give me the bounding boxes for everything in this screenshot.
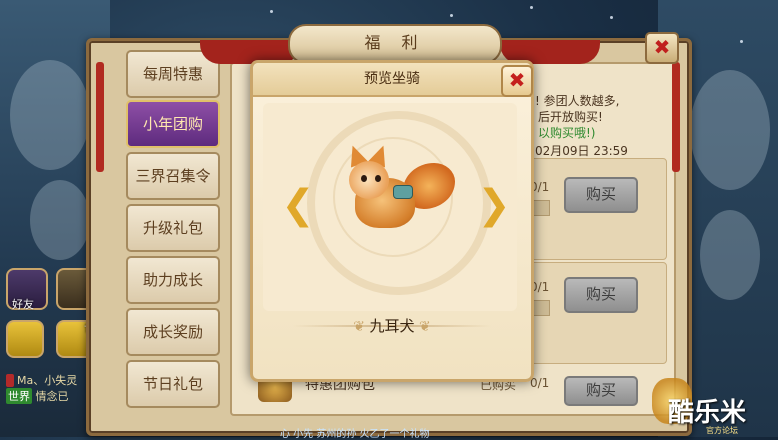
tab-growth-reward[interactable]: 成长奖励 [126, 308, 220, 356]
snowy-tree [10, 60, 90, 170]
mount-preview-dialog: 预览坐骑 ✖ ❮ ❯ ❦ 九耳犬 ❦ [250, 60, 534, 382]
dialog-title: 预览坐骑 [253, 63, 531, 97]
mount-saddle [393, 185, 413, 199]
chat-channel-tag: 世界 [6, 388, 32, 404]
tab-holiday-gift[interactable]: 节日礼包 [126, 360, 220, 408]
snowflake [450, 14, 453, 17]
buy-button[interactable]: 购买 [564, 177, 638, 213]
deadline-text: 02月09日 23:59 [535, 144, 628, 158]
ornament-left-icon: ❦ [353, 319, 370, 335]
dialog-close-button[interactable]: ✖ [501, 65, 533, 97]
info-line-3: 以购买哦!) [538, 126, 596, 140]
mount-eye [361, 175, 367, 182]
snowflake [530, 6, 533, 9]
tab-level-up-gift[interactable]: 升级礼包 [126, 204, 220, 252]
tab-little-new-year-group-buy[interactable]: 小年团购 [126, 100, 220, 148]
chat-line: 世界 情念已 [6, 388, 77, 404]
snowy-tree [700, 210, 760, 300]
buy-button[interactable]: 购买 [564, 376, 638, 406]
tassel-left [96, 62, 104, 172]
chat-line: Ma、小失灵 [6, 372, 77, 388]
right-curl-arrow-icon[interactable]: ❯ [477, 183, 511, 227]
chat-text: 情念已 [35, 390, 69, 403]
purchase-count: 0/1 [530, 376, 550, 390]
welfare-close-button[interactable]: ✖ [645, 32, 679, 64]
snowy-tree [690, 70, 770, 190]
tassel-right [672, 62, 680, 172]
mount-eye [375, 175, 381, 182]
chat-text: Ma、小失灵 [17, 374, 78, 387]
mount-name-text: 九耳犬 [369, 317, 415, 335]
snowflake [270, 10, 273, 13]
snowflake [740, 40, 743, 43]
mount-preview-stage: ❮ ❯ [263, 103, 517, 311]
watermark-sub: 官方论坛 [706, 426, 738, 435]
tab-three-realms-summon[interactable]: 三界召集令 [126, 152, 220, 200]
left-curl-arrow-icon[interactable]: ❮ [281, 183, 315, 227]
info-line-2: 后开放购买! [538, 110, 603, 124]
mount-head [349, 161, 389, 199]
watermark-brand: 酷乐米 [668, 398, 747, 428]
chat-bubble-icon[interactable] [6, 320, 44, 358]
scrolling-notice: 心 小先 苏州的孙 火乙了一个礼物 [280, 429, 430, 440]
chat-box[interactable]: Ma、小失灵 世界 情念已 [6, 372, 77, 404]
friends-label: 好友 [12, 298, 34, 311]
snowflake [610, 16, 613, 19]
buy-button[interactable]: 购买 [564, 277, 638, 313]
ornament-right-icon: ❦ [414, 319, 431, 335]
snowy-tree [30, 180, 90, 260]
chat-channel-tag [6, 374, 14, 387]
info-line-1: ! 参团人数越多, [535, 94, 620, 108]
mount-name: ❦ 九耳犬 ❦ [253, 315, 531, 336]
tab-growth-assist[interactable]: 助力成长 [126, 256, 220, 304]
welfare-title: 福 利 [288, 24, 502, 64]
